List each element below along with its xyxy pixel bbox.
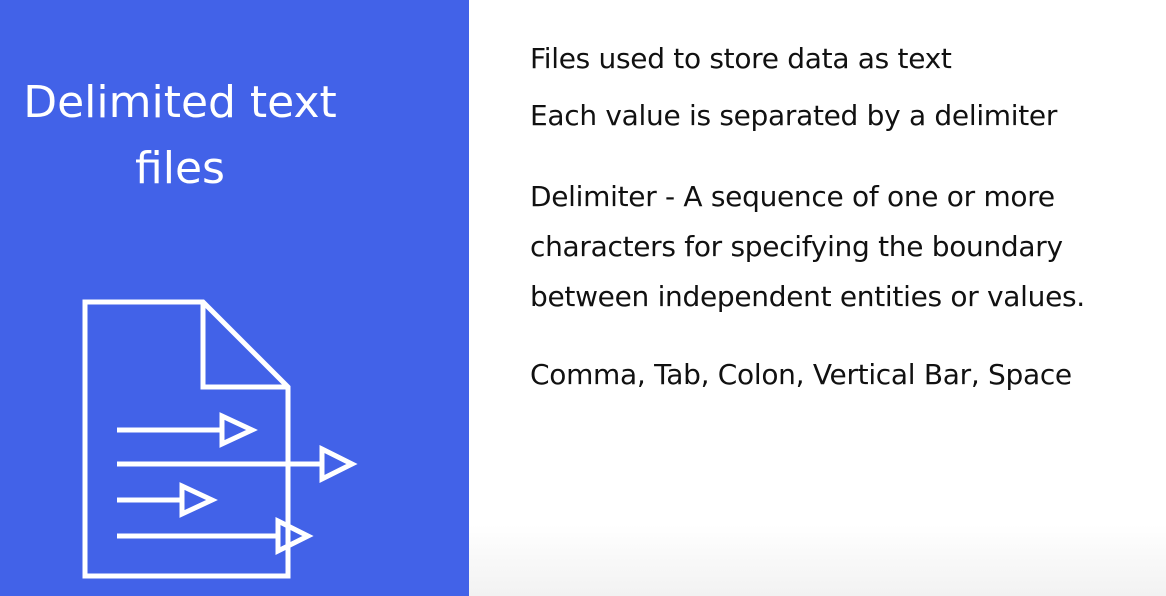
definition-line-1: Delimiter - A sequence of one or more bbox=[530, 180, 1055, 213]
arrow-head-2 bbox=[319, 444, 358, 484]
arrow-head-4 bbox=[275, 516, 314, 556]
definition-line-2: characters for specifying the boundary bbox=[530, 230, 1063, 263]
arrow-head-1 bbox=[219, 412, 258, 448]
delimited-file-icon bbox=[82, 299, 358, 579]
definition-line-3: between independent entities or values. bbox=[530, 280, 1085, 313]
delimiter-definition: Delimiter - A sequence of one or more ch… bbox=[530, 172, 1085, 322]
bullet-files-store-text: Files used to store data as text bbox=[530, 42, 952, 75]
bullet-value-separated: Each value is separated by a delimiter bbox=[530, 99, 1058, 132]
slide: Delimited text files Files used to store… bbox=[0, 0, 1166, 596]
title-panel: Delimited text files bbox=[0, 0, 469, 596]
delimiter-examples: Comma, Tab, Colon, Vertical Bar, Space bbox=[530, 358, 1072, 391]
arrow-head-3 bbox=[179, 482, 218, 518]
